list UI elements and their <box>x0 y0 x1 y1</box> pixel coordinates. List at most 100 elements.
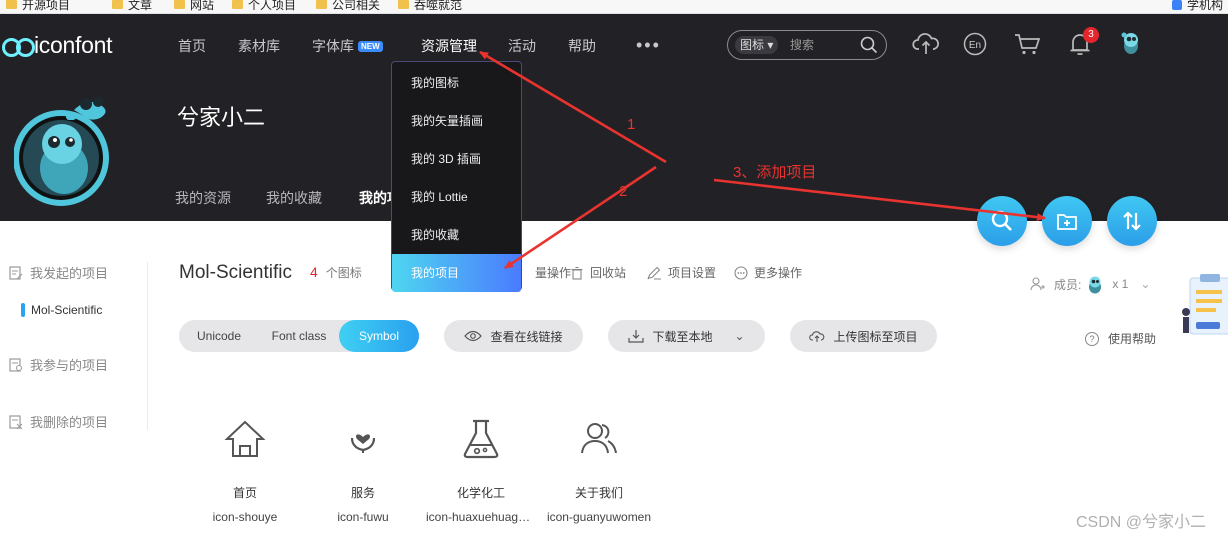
folder-icon <box>232 0 243 9</box>
tab-my-resources[interactable]: 我的资源 <box>175 188 231 208</box>
folder-icon <box>174 0 185 9</box>
profile-avatar <box>14 97 109 206</box>
bookmark-item[interactable]: 网站 <box>174 0 214 13</box>
menu-item-my-vector-illustrations[interactable]: 我的矢量插画 <box>392 102 521 140</box>
folder-icon <box>6 0 17 9</box>
search-input[interactable] <box>790 36 850 54</box>
menu-item-my-icons[interactable]: 我的图标 <box>392 64 521 102</box>
sort-projects-button[interactable] <box>1107 196 1157 246</box>
usage-help-link[interactable]: ? 使用帮助 <box>1085 330 1156 347</box>
document-search-icon <box>9 357 22 372</box>
notification-count-badge: 3 <box>1083 27 1099 43</box>
bookmark-item[interactable]: 学机构 <box>1172 0 1223 13</box>
nav-resources[interactable]: 资源管理 <box>421 36 477 56</box>
view-online-link-button[interactable]: 查看在线链接 <box>444 320 583 352</box>
more-menu-icon[interactable]: ••• <box>636 35 661 56</box>
user-avatar[interactable] <box>1119 30 1143 56</box>
menu-item-my-lottie[interactable]: 我的 Lottie <box>392 178 521 216</box>
service-hands-heart-icon <box>350 434 376 453</box>
sidebar-my-projects[interactable]: 我发起的项目 <box>8 263 108 282</box>
sort-icon <box>1123 211 1141 231</box>
chevron-down-icon: ⌄ <box>734 329 745 343</box>
trash-icon <box>571 266 583 280</box>
add-project-button[interactable] <box>1042 196 1092 246</box>
batch-action-button[interactable]: 量操作 <box>535 264 571 281</box>
project-members[interactable]: 成员: x 1 ⌄ <box>1030 274 1150 294</box>
annotation-step-3: 3、添加项目 <box>733 164 817 181</box>
project-title: Mol-Scientific <box>179 262 292 283</box>
sidebar-joined-projects[interactable]: 我参与的项目 <box>8 355 108 374</box>
flask-icon <box>463 419 499 459</box>
new-badge: NEW <box>358 41 383 52</box>
nav-activities[interactable]: 活动 <box>508 36 536 56</box>
annotation-step-1: 1 <box>627 116 636 133</box>
members-icon <box>1030 277 1045 291</box>
language-en-icon[interactable]: En <box>963 32 987 56</box>
folder-icon <box>112 0 123 9</box>
nav-fonts[interactable]: 字体库 NEW <box>312 36 383 56</box>
resources-dropdown-menu: 我的图标 我的矢量插画 我的 3D 插画 我的 Lottie 我的收藏 我的项目 <box>391 61 522 292</box>
project-icon-count: 4 个图标 <box>310 264 362 280</box>
recycle-bin-button[interactable]: 回收站 <box>570 264 626 281</box>
mode-symbol[interactable]: Symbol <box>339 320 419 352</box>
more-actions-button[interactable]: 更多操作 <box>734 264 802 281</box>
question-icon: ? <box>1085 331 1099 346</box>
icon-card[interactable]: 服务 icon-fuwu <box>304 416 422 524</box>
annotation-step-2: 2 <box>619 183 628 200</box>
nav-help[interactable]: 帮助 <box>568 36 596 56</box>
search-type-select[interactable]: 图标 ▾ <box>735 36 779 54</box>
download-icon <box>628 330 645 343</box>
more-circle-icon <box>734 265 748 280</box>
folder-icon <box>316 0 327 9</box>
tab-my-favorites[interactable]: 我的收藏 <box>266 188 322 208</box>
cart-icon[interactable] <box>1014 32 1042 56</box>
bookmarks-bar: 开源项目 文章 网站 个人项目 公司相关 吞噬就范 学机构 <box>0 0 1228 14</box>
menu-item-my-projects[interactable]: 我的项目 <box>392 254 521 292</box>
chevron-down-icon[interactable]: ⌄ <box>1140 277 1150 291</box>
clipboard-illustration <box>1182 274 1228 335</box>
active-indicator <box>21 303 25 317</box>
bookmark-item[interactable]: 开源项目 <box>6 0 70 13</box>
bookmark-item[interactable]: 吞噬就范 <box>398 0 462 13</box>
folder-icon <box>398 0 409 9</box>
sidebar-divider <box>147 262 148 430</box>
search-project-button[interactable] <box>977 196 1027 246</box>
upload-cloud-icon <box>809 331 825 342</box>
sidebar-deleted-projects[interactable]: 我删除的项目 <box>8 412 108 431</box>
users-icon <box>581 423 617 454</box>
logo-icon <box>2 35 35 57</box>
icon-card[interactable]: 首页 icon-shouye <box>186 416 304 524</box>
code-format-switch: Unicode Font class Symbol <box>179 320 419 352</box>
project-settings-button[interactable]: 项目设置 <box>646 264 716 281</box>
mode-unicode[interactable]: Unicode <box>179 320 259 352</box>
menu-item-my-3d-illustrations[interactable]: 我的 3D 插画 <box>392 140 521 178</box>
bookmark-item[interactable]: 个人项目 <box>232 0 296 13</box>
menu-item-my-favorites[interactable]: 我的收藏 <box>392 216 521 254</box>
nav-materials[interactable]: 素材库 <box>238 36 280 56</box>
csdn-watermark: CSDN @兮家小二 <box>1076 514 1207 531</box>
folder-add-icon <box>1057 214 1077 230</box>
document-edit-icon <box>9 265 23 280</box>
document-delete-icon <box>9 414 23 429</box>
search-icon <box>991 210 1012 231</box>
member-avatar <box>1089 276 1102 294</box>
iconfont-logo[interactable]: iconfont <box>2 32 112 59</box>
site-header: iconfont 首页 素材库 字体库 NEW 资源管理 活动 帮助 ••• 图标… <box>0 14 1228 221</box>
upload-icons-button[interactable]: 上传图标至项目 <box>790 320 937 352</box>
search-box: 图标 ▾ <box>727 30 887 60</box>
bookmark-item[interactable]: 公司相关 <box>316 0 380 13</box>
bookmark-icon <box>1172 0 1182 10</box>
nav-home[interactable]: 首页 <box>178 36 206 56</box>
upload-cloud-icon[interactable] <box>912 30 940 56</box>
svg-text:En: En <box>969 40 981 51</box>
home-icon <box>224 420 266 457</box>
icon-card[interactable]: 化学化工 icon-huaxuehuagong <box>422 416 540 524</box>
download-local-button[interactable]: 下载至本地 ⌄ <box>608 320 765 352</box>
eye-icon <box>464 330 483 342</box>
mode-font-class[interactable]: Font class <box>259 320 339 352</box>
icon-card[interactable]: 关于我们 icon-guanyuwomen <box>540 416 658 524</box>
profile-username: 兮家小二 <box>177 105 266 130</box>
bookmark-item[interactable]: 文章 <box>112 0 152 13</box>
sidebar-project-mol-scientific[interactable]: Mol-Scientific <box>21 303 102 317</box>
search-icon[interactable] <box>860 36 878 54</box>
